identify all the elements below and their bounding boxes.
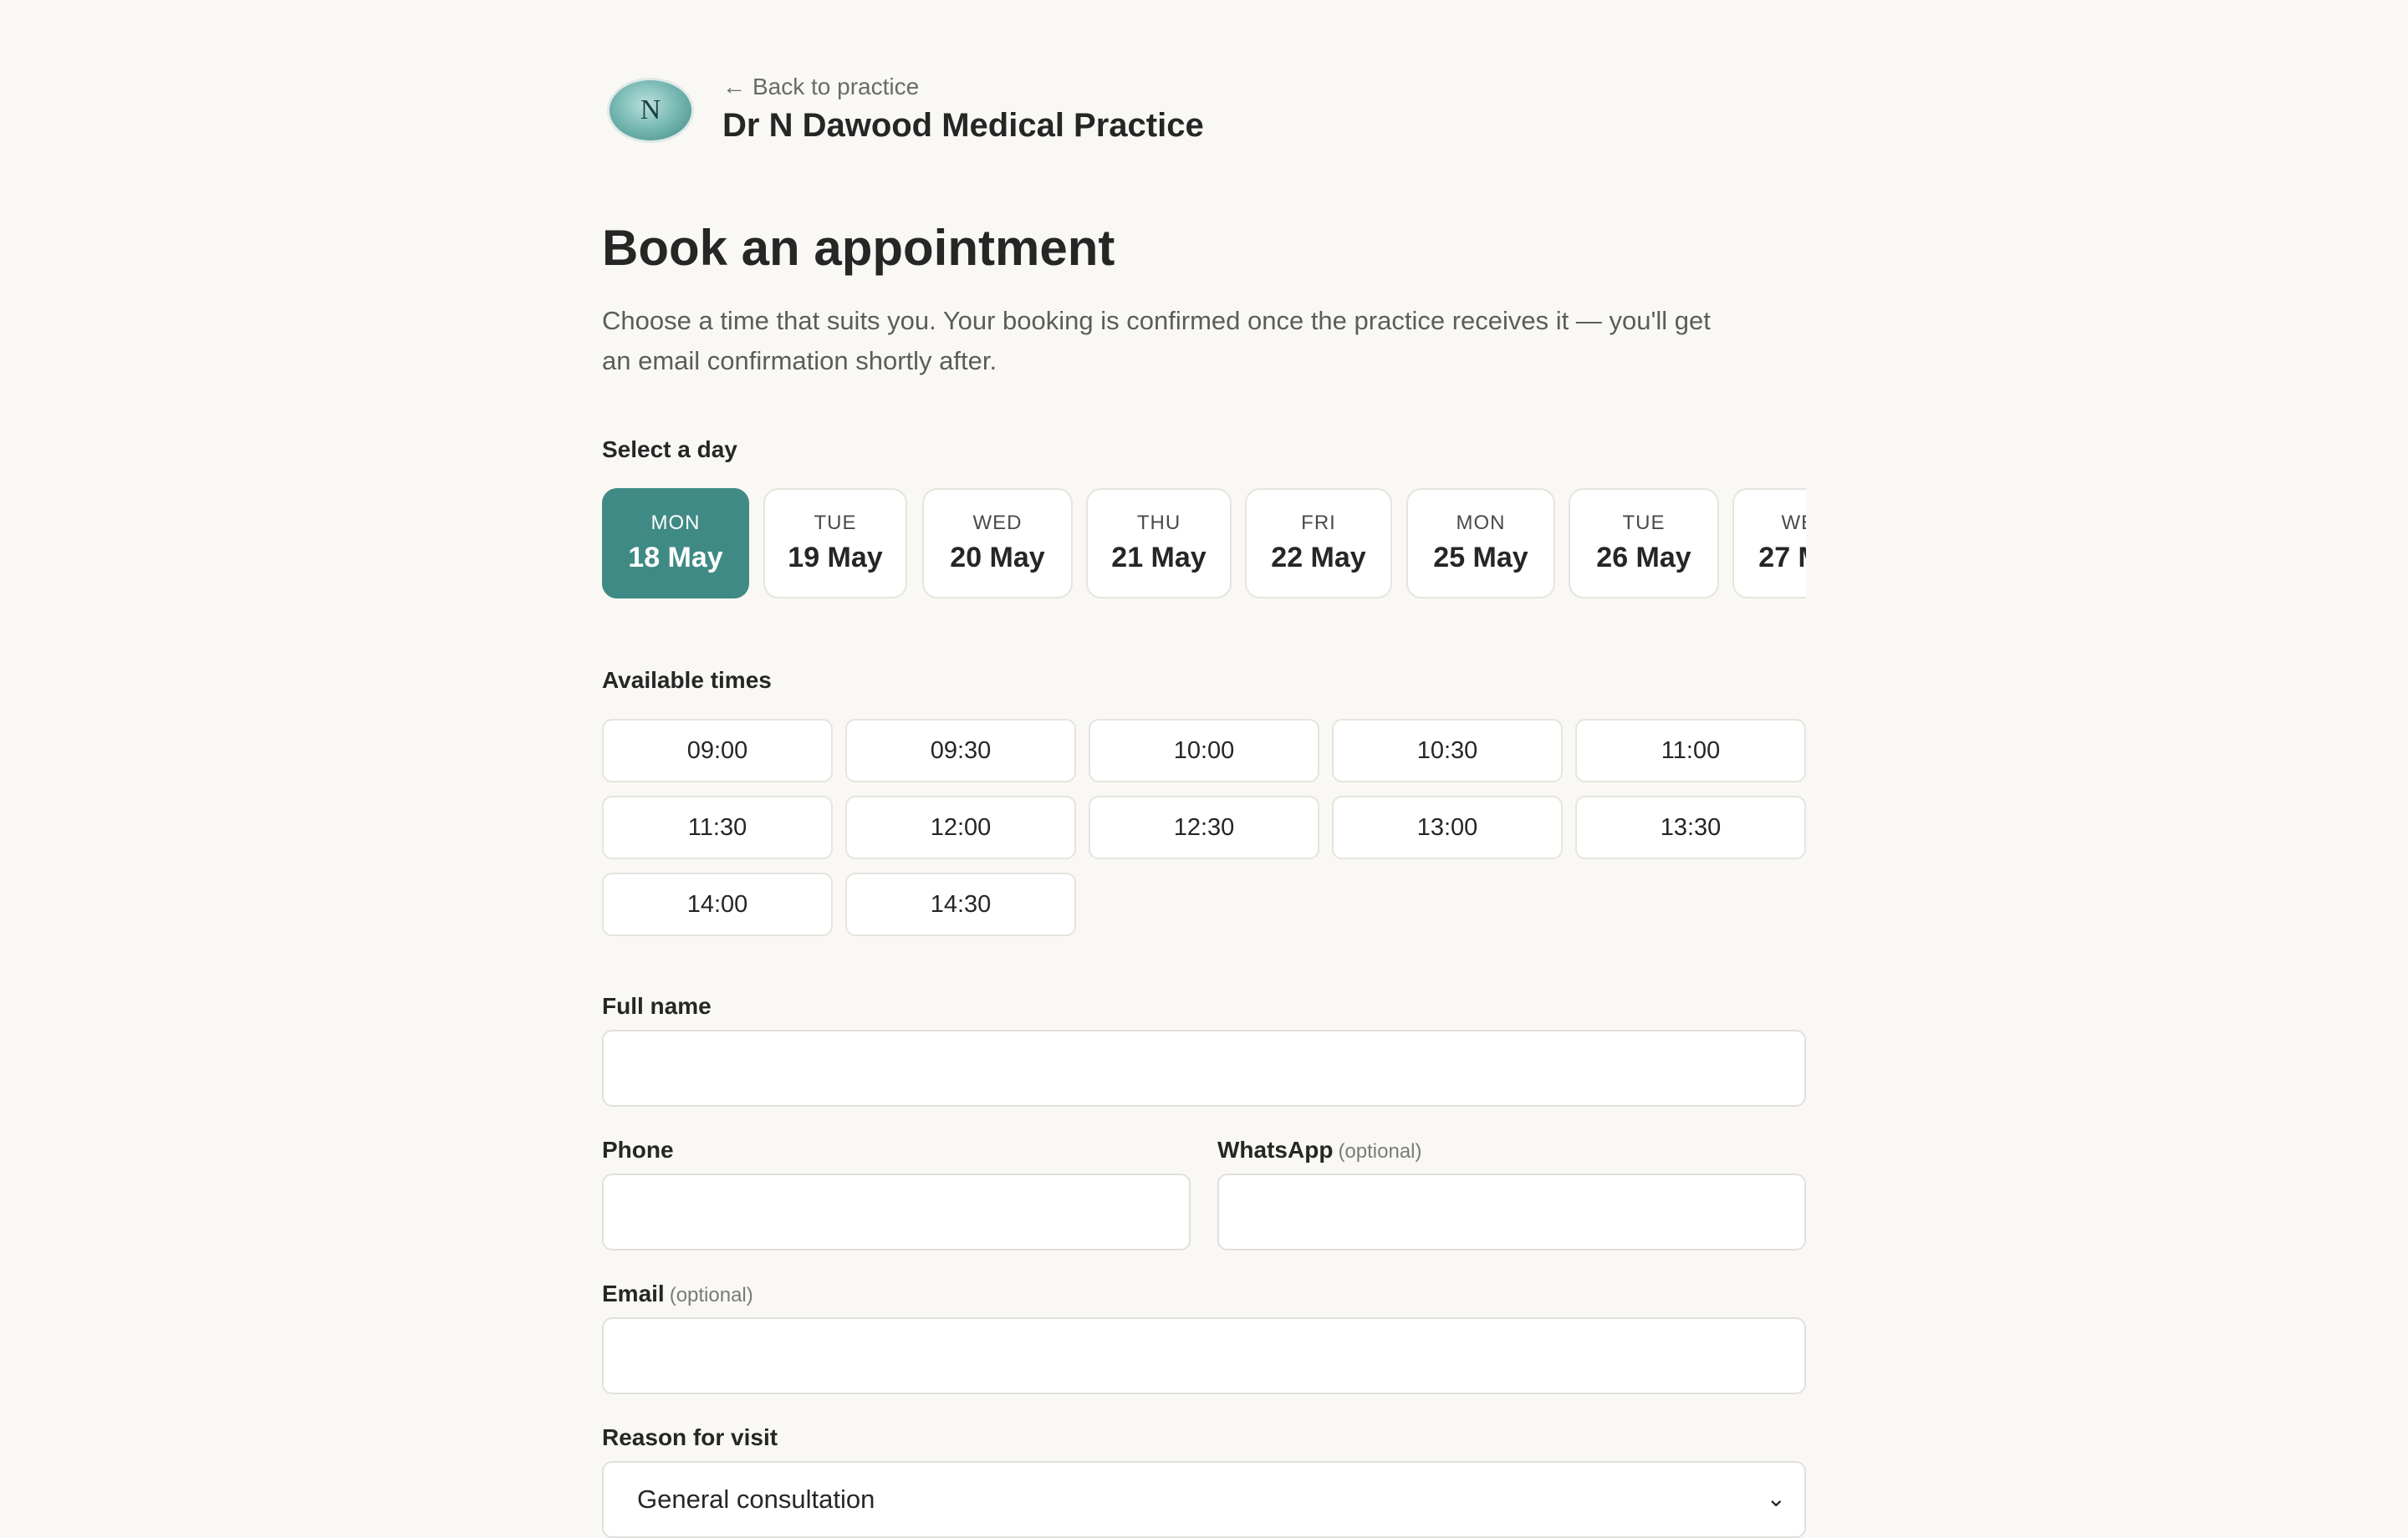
reason-selected-value: General consultation [637,1485,875,1514]
time-slot[interactable]: 13:00 [1332,796,1563,859]
whatsapp-input[interactable] [1217,1174,1806,1250]
time-slot[interactable]: 11:30 [602,796,833,859]
time-slot[interactable]: 12:00 [845,796,1076,859]
full-name-input[interactable] [602,1030,1806,1107]
reason-select[interactable]: General consultation ⌄ [602,1461,1806,1538]
day-of-week: MON [650,512,701,534]
whatsapp-label-text: WhatsApp [1217,1137,1334,1163]
time-slot[interactable]: 14:30 [845,873,1076,936]
full-name-label-text: Full name [602,993,712,1019]
day-option[interactable]: TUE 19 May [763,488,907,598]
practice-header: N ← Back to practice Dr N Dawood Medical… [602,74,1806,157]
day-option[interactable]: WED 27 May [1732,488,1806,598]
day-option[interactable]: FRI 22 May [1245,488,1392,598]
page-subtitle: Choose a time that suits you. Your booki… [602,301,1806,381]
day-of-week: TUE [814,512,857,534]
email-input[interactable] [602,1317,1806,1394]
time-slot[interactable]: 14:00 [602,873,833,936]
day-of-week: WED [972,512,1023,534]
subtitle-line-2: an email confirmation shortly after. [602,346,997,375]
day-date: 27 May [1758,542,1806,573]
day-of-week: WED [1781,512,1807,534]
select-day-label: Select a day [602,436,737,462]
whatsapp-label: WhatsApp (optional) [1217,1137,1422,1164]
optional-tag: (optional) [669,1284,753,1306]
time-slot[interactable]: 12:30 [1089,796,1319,859]
day-option[interactable]: MON 25 May [1406,488,1555,598]
day-option[interactable]: MON 18 May [602,488,749,598]
day-date: 21 May [1111,542,1207,573]
day-option[interactable]: WED 20 May [922,488,1073,598]
phone-label: Phone [602,1137,674,1164]
day-of-week: FRI [1301,512,1336,534]
chevron-down-icon: ⌄ [1766,1485,1786,1511]
email-label-text: Email [602,1281,665,1306]
day-option[interactable]: TUE 26 May [1569,488,1719,598]
time-slot[interactable]: 09:00 [602,719,833,782]
day-date: 26 May [1596,542,1691,573]
practice-name: Dr N Dawood Medical Practice [722,107,1204,144]
arrow-left-icon: ← [722,74,746,99]
full-name-label: Full name [602,993,712,1020]
subtitle-line-1: Choose a time that suits you. Your booki… [602,306,1711,335]
day-date: 19 May [788,542,883,573]
reason-label-text: Reason for visit [602,1424,778,1450]
time-slot[interactable]: 13:30 [1575,796,1806,859]
page-title: Book an appointment [602,220,1115,276]
back-link-label: Back to practice [752,74,920,99]
day-picker: MON 18 May TUE 19 May WED 20 May THU 21 … [602,488,1806,598]
time-slot[interactable]: 11:00 [1575,719,1806,782]
optional-tag: (optional) [1338,1140,1422,1163]
logo-monogram: N [640,94,661,125]
time-slot[interactable]: 09:30 [845,719,1076,782]
email-label: Email (optional) [602,1281,753,1307]
day-date: 20 May [950,542,1045,573]
time-slot[interactable]: 10:30 [1332,719,1563,782]
time-slot[interactable]: 10:00 [1089,719,1319,782]
day-date: 25 May [1433,542,1528,573]
day-of-week: THU [1136,512,1181,534]
day-option[interactable]: THU 21 May [1086,488,1232,598]
phone-input[interactable] [602,1174,1191,1250]
day-date: 18 May [628,542,723,573]
day-of-week: TUE [1622,512,1666,534]
day-date: 22 May [1271,542,1366,573]
back-to-practice-link[interactable]: ← Back to practice [722,74,919,100]
available-times-label: Available times [602,667,772,693]
practice-logo: N [607,78,694,143]
phone-label-text: Phone [602,1137,674,1163]
reason-label: Reason for visit [602,1424,778,1451]
day-of-week: MON [1456,512,1506,534]
